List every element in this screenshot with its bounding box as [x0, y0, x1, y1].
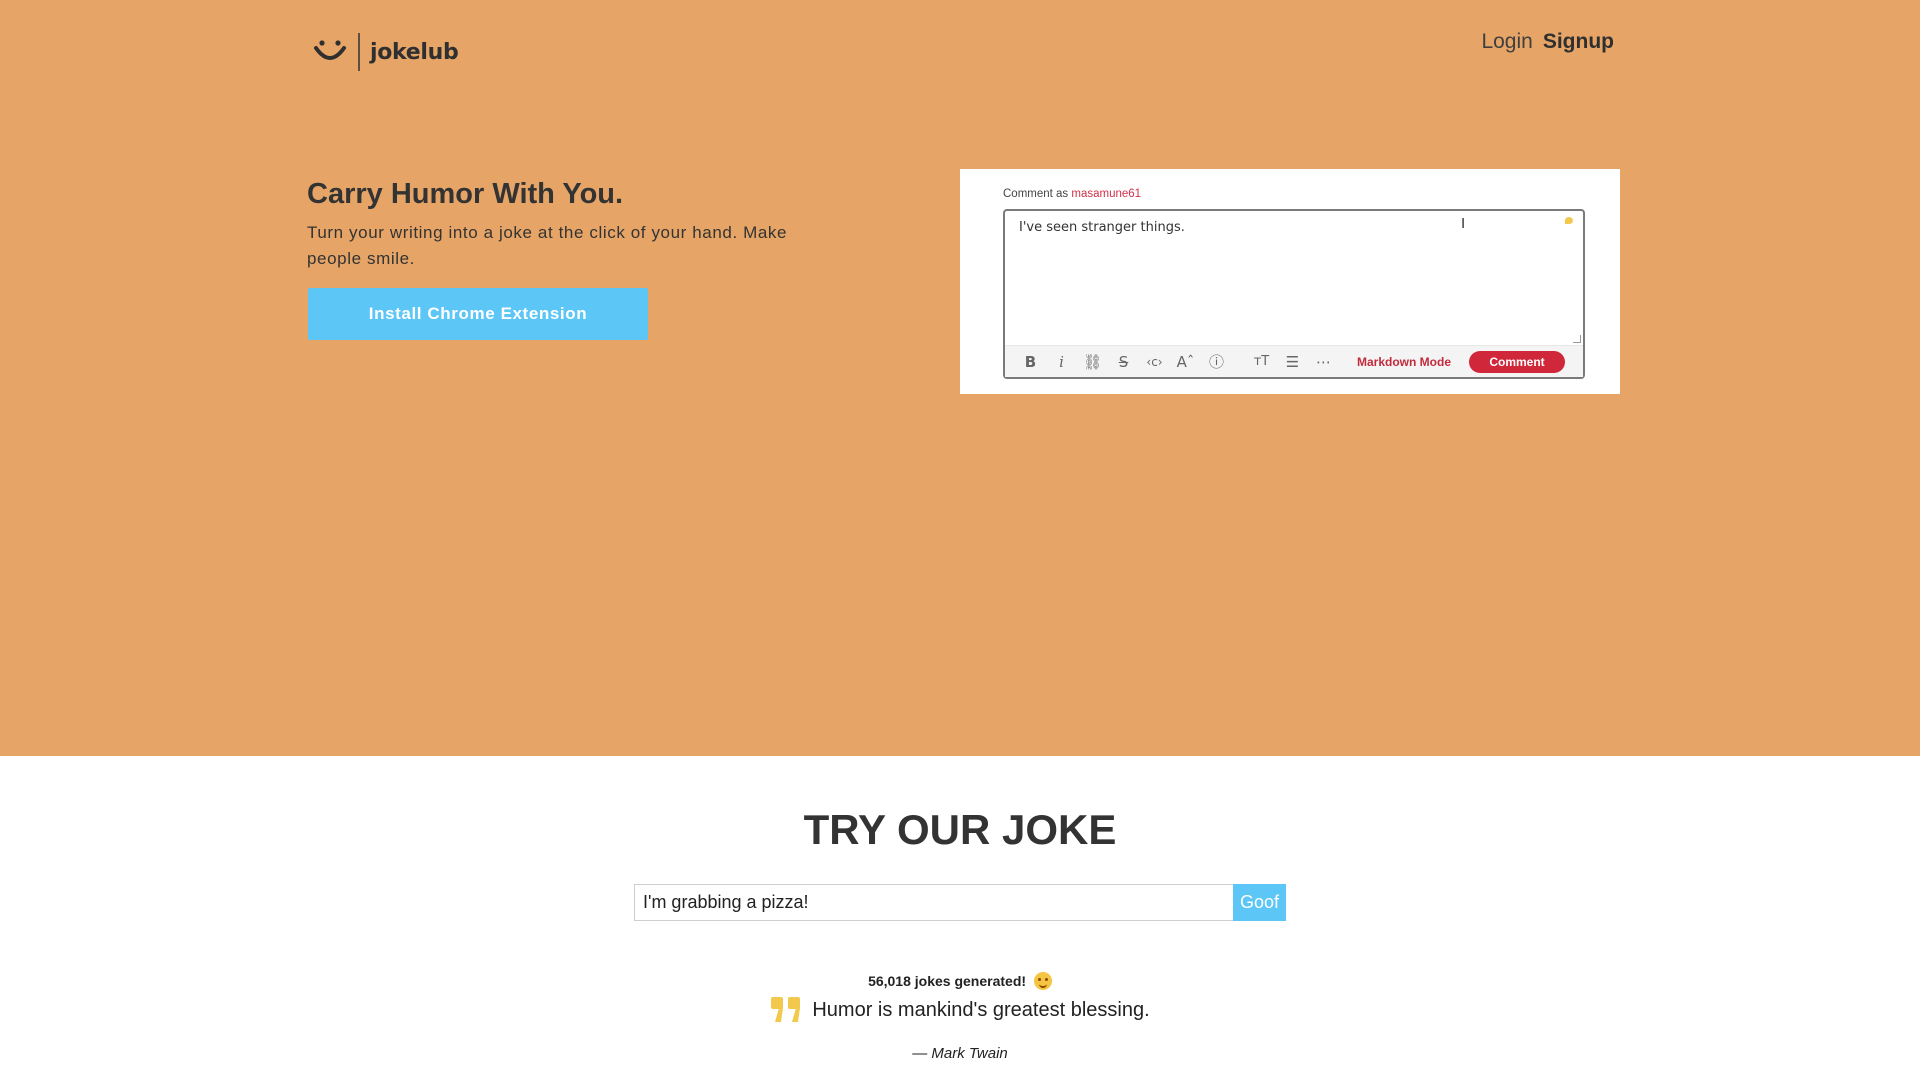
star-struck-emoji-icon: [1033, 972, 1052, 990]
logo[interactable]: jokelub: [312, 30, 459, 74]
text-cursor-icon: I: [1461, 215, 1466, 232]
logo-divider: [358, 33, 360, 71]
link-icon: ⛓: [1082, 352, 1103, 371]
emoji-marker-icon: [1565, 217, 1573, 224]
spoiler-icon: ⓘ: [1208, 353, 1224, 371]
demo-comment-as-label: Comment as: [1003, 188, 1069, 200]
strikethrough-icon: S: [1118, 352, 1129, 371]
quote-mark-icon: [771, 997, 801, 1022]
demo-comment-box: I've seen stranger things. I B i ⛓ S ‹c›…: [1003, 209, 1585, 379]
code-icon: ‹c›: [1146, 354, 1163, 369]
quote-author: — Mark Twain: [912, 1045, 1008, 1062]
brand-name: jokelub: [370, 39, 459, 65]
jokes-count-text: 56,018 jokes generated!: [868, 973, 1027, 989]
demo-username: masamune61: [1071, 188, 1142, 200]
joke-form: Goof: [634, 884, 1286, 921]
italic-icon: i: [1059, 352, 1064, 371]
hero-section: jokelub Login Signup Carry Humor With Yo…: [0, 0, 1920, 756]
demo-comment-button: Comment: [1469, 350, 1566, 373]
hero-title: Carry Humor With You.: [307, 178, 624, 210]
markdown-mode-toggle: Markdown Mode: [1357, 354, 1452, 369]
joke-input[interactable]: [634, 884, 1233, 921]
quote: Humor is mankind's greatest blessing.: [0, 996, 1920, 1024]
demo-toolbar: B i ⛓ S ‹c› Aˆ ⓘ ᴛT ☰ ⋯ Markdown Mode Co…: [1005, 345, 1583, 377]
login-link[interactable]: Login: [1481, 30, 1532, 54]
goof-button[interactable]: Goof: [1233, 884, 1286, 921]
more-icon: ⋯: [1316, 352, 1331, 371]
try-section-title: TRY OUR JOKE: [803, 806, 1117, 853]
resize-grip-icon: [1573, 335, 1581, 343]
demo-comment-text: I've seen stranger things.: [1019, 220, 1185, 235]
heading-icon: ᴛT: [1253, 354, 1270, 369]
demo-comment-as: Comment as masamune61: [1003, 188, 1141, 200]
bold-icon: B: [1024, 352, 1037, 371]
bulleted-list-icon: ☰: [1285, 352, 1300, 371]
hero-subtitle: Turn your writing into a joke at the cli…: [307, 223, 788, 268]
signup-link[interactable]: Signup: [1543, 30, 1614, 54]
jokes-count: 56,018 jokes generated!: [0, 972, 1920, 990]
superscript-icon: Aˆ: [1176, 352, 1195, 371]
demo-screenshot: Comment as masamune61 I've seen stranger…: [960, 169, 1620, 394]
smiley-logo-icon: [314, 40, 346, 60]
install-extension-button[interactable]: Install Chrome Extension: [308, 288, 648, 340]
auth-links: Login Signup: [1481, 30, 1614, 54]
quote-text: Humor is mankind's greatest blessing.: [812, 998, 1150, 1021]
